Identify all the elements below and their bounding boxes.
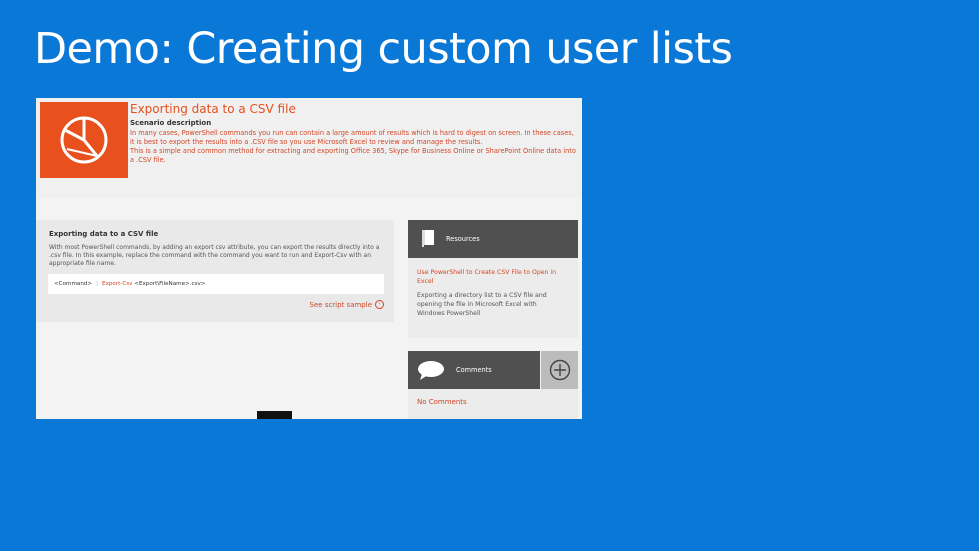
resources-title: Resources: [446, 235, 480, 243]
see-script-sample-link[interactable]: See script sample ›: [310, 300, 384, 309]
resources-header: Resources: [408, 220, 578, 258]
comments-title: Comments: [456, 366, 492, 374]
comments-body: No Comments: [408, 389, 578, 419]
add-comment-button[interactable]: [541, 351, 578, 389]
code-file: <Export\FileName>.csv>: [134, 281, 206, 287]
scenario-subtitle: Scenario description: [130, 119, 212, 127]
scenario-header: Exporting data to a CSV file Scenario de…: [36, 98, 582, 198]
scenario-tile: [40, 102, 128, 178]
resource-description: Exporting a directory list to a CSV file…: [417, 292, 547, 317]
no-comments-text: No Comments: [417, 398, 467, 406]
scenario-title: Exporting data to a CSV file: [130, 102, 296, 116]
see-script-sample-label: See script sample: [309, 300, 372, 309]
panel-title: Exporting data to a CSV file: [49, 230, 159, 238]
code-cmdlet: Export-Csv: [102, 281, 133, 287]
code-pipe: |: [96, 281, 99, 287]
content-panel: Exporting data to a CSV file With most P…: [36, 220, 394, 322]
resource-link[interactable]: Use PowerShell to Create CSV File to Ope…: [417, 268, 567, 286]
slide-title: Demo: Creating custom user lists: [34, 24, 733, 74]
scenario-description: In many cases, PowerShell commands you r…: [130, 129, 576, 165]
panel-body: With most PowerShell commands, by adding…: [49, 244, 380, 267]
mouse-cursor: [257, 411, 292, 419]
screenshot-panel: Exporting data to a CSV file Scenario de…: [36, 98, 582, 419]
code-command: <Command>: [54, 281, 93, 287]
book-icon: [422, 230, 434, 248]
divider: [36, 198, 582, 220]
resources-body: Use PowerShell to Create CSV File to Ope…: [408, 258, 578, 338]
description-paragraph: This is a simple and common method for e…: [130, 147, 576, 164]
code-sample: <Command> | Export-Csv <Export\FileName>.c…: [48, 274, 384, 294]
plus-icon: [549, 359, 571, 381]
description-paragraph: In many cases, PowerShell commands you r…: [130, 129, 574, 146]
comments-header: Comments: [408, 351, 540, 389]
speech-bubble-icon: [418, 361, 444, 380]
chevron-right-icon: ›: [375, 300, 384, 309]
pie-chart-icon: [60, 116, 108, 164]
